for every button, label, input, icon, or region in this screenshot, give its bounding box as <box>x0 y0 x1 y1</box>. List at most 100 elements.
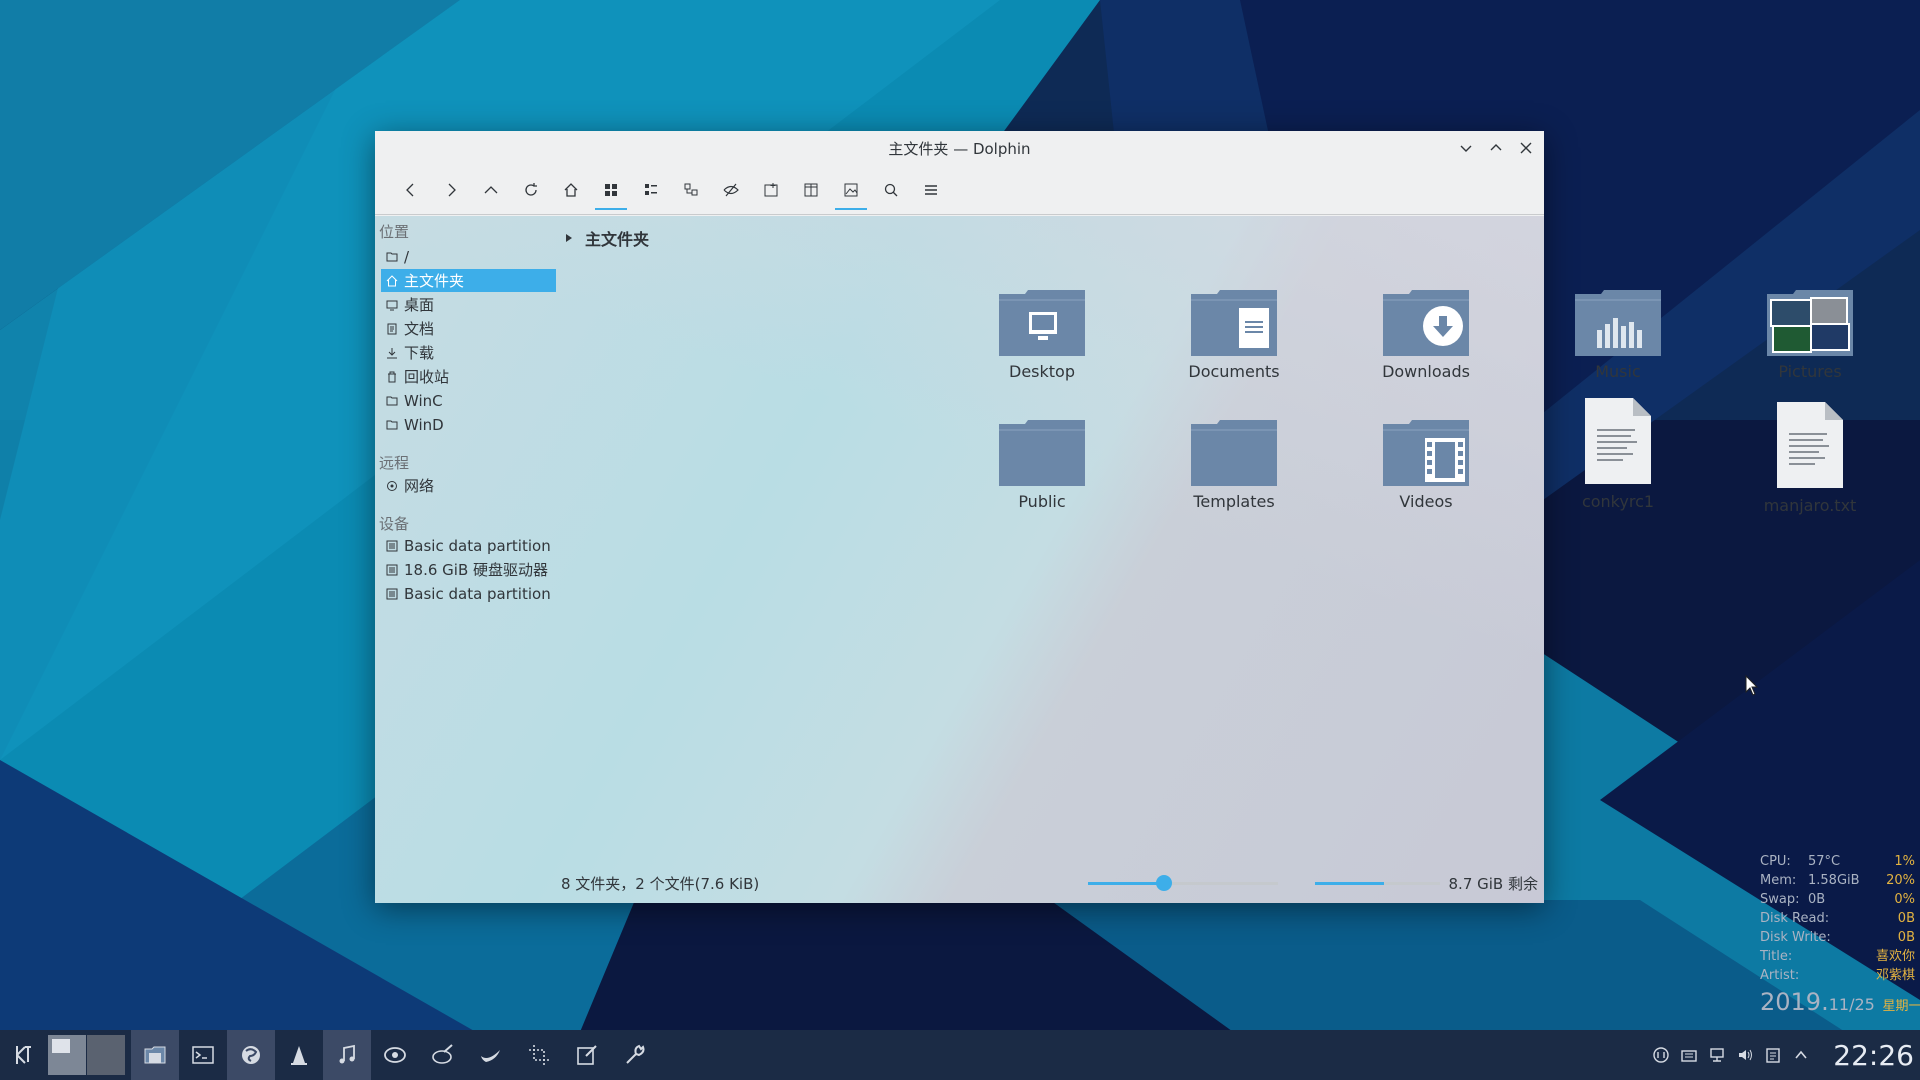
compact-view-button[interactable] <box>631 170 671 210</box>
taskbar-firefox[interactable] <box>227 1030 275 1080</box>
file-item-documents[interactable]: Documents <box>1159 276 1309 381</box>
title-bar[interactable]: 主文件夹 — Dolphin <box>375 131 1544 165</box>
file-item-conkyrc1[interactable]: conkyrc1 <box>1543 398 1693 511</box>
sidebar-item-label: Basic data partition <box>404 584 551 603</box>
taskbar-screenshot-app[interactable] <box>515 1030 563 1080</box>
chevron-right-icon <box>566 234 572 242</box>
sidebar-item-label: WinC <box>404 391 443 410</box>
close-icon <box>1520 142 1532 154</box>
folder-pictures-icon <box>1765 276 1855 356</box>
text-file-icon <box>1765 402 1855 490</box>
breadcrumb[interactable]: 主文件夹 <box>565 226 649 250</box>
taskbar-terminal[interactable] <box>179 1030 227 1080</box>
sidebar-item-root[interactable]: / <box>381 245 556 268</box>
conky-percent: 1% <box>1894 854 1915 869</box>
sidebar-item-label: 网络 <box>404 477 435 495</box>
file-item-downloads[interactable]: Downloads <box>1351 276 1501 381</box>
sidebar-item-label: 文档 <box>404 320 435 338</box>
sidebar-item-winc[interactable]: WinC <box>381 389 556 412</box>
network-wired-icon[interactable] <box>1708 1046 1726 1064</box>
places-panel: 位置 / 主文件夹 桌面 文档 下载 回收站 WinC WinD 远程 网络 设… <box>375 216 560 863</box>
file-name: Pictures <box>1778 362 1842 381</box>
toolbar <box>375 165 1544 215</box>
keyboard-icon[interactable] <box>1680 1046 1698 1064</box>
sidebar-item-desktop[interactable]: 桌面 <box>381 293 556 316</box>
file-name: Desktop <box>1009 362 1075 381</box>
terminal-icon <box>192 1046 214 1064</box>
sidebar-item-network[interactable]: 网络 <box>381 474 556 497</box>
music-note-icon <box>339 1044 355 1064</box>
sidebar-item-device[interactable]: Basic data partition <box>381 582 556 605</box>
file-item-public[interactable]: Public <box>967 406 1117 511</box>
reload-button[interactable] <box>511 170 551 210</box>
taskbar-bird-app[interactable] <box>467 1030 515 1080</box>
conky-key: Swap: <box>1760 892 1800 907</box>
conky-date: 2019.11/25 星期一 <box>1760 990 1920 1016</box>
sidebar-item-home[interactable]: 主文件夹 <box>381 269 556 292</box>
conky-row: CPU: 57°C 1% <box>1760 852 1915 871</box>
minimize-button[interactable] <box>1454 136 1478 160</box>
folder-documents-icon <box>1189 276 1279 356</box>
folder-music-icon <box>1573 276 1663 356</box>
conky-title-value: 喜欢你 <box>1875 949 1915 964</box>
taskbar-paint-app[interactable] <box>419 1030 467 1080</box>
sidebar-item-trash[interactable]: 回收站 <box>381 365 556 388</box>
crop-icon <box>529 1045 549 1065</box>
arrow-up-icon <box>484 185 498 193</box>
breadcrumb-current[interactable]: 主文件夹 <box>585 226 649 250</box>
input-method-icon[interactable] <box>1652 1046 1670 1064</box>
search-button[interactable] <box>871 170 911 210</box>
desktop-1[interactable] <box>48 1035 86 1075</box>
preview-button[interactable] <box>831 170 871 210</box>
taskbar-editor[interactable] <box>563 1030 611 1080</box>
file-item-music[interactable]: Music <box>1543 276 1693 381</box>
taskbar-clock[interactable]: 22:26 <box>1833 1030 1914 1080</box>
taskbar-music-player[interactable] <box>323 1030 371 1080</box>
sidebar-item-label: 18.6 GiB 硬盘驱动器 <box>404 561 549 579</box>
back-button[interactable] <box>391 170 431 210</box>
up-button[interactable] <box>471 170 511 210</box>
free-space-bar <box>1315 882 1440 885</box>
maximize-button[interactable] <box>1484 136 1508 160</box>
volume-icon[interactable] <box>1736 1046 1754 1064</box>
details-view-button[interactable] <box>671 170 711 210</box>
file-item-templates[interactable]: Templates <box>1159 406 1309 511</box>
sidebar-item-device[interactable]: Basic data partition <box>381 534 556 557</box>
drive-icon <box>385 539 398 552</box>
file-name: manjaro.txt <box>1763 496 1857 515</box>
sidebar-item-documents[interactable]: 文档 <box>381 317 556 340</box>
new-tab-button[interactable] <box>751 170 791 210</box>
folder-desktop-icon <box>997 276 1087 356</box>
close-button[interactable] <box>1514 136 1538 160</box>
file-item-pictures[interactable]: Pictures <box>1735 276 1885 381</box>
taskbar-dolphin[interactable] <box>131 1030 179 1080</box>
file-item-desktop[interactable]: Desktop <box>967 276 1117 381</box>
desktop-2[interactable] <box>87 1035 125 1075</box>
home-button[interactable] <box>551 170 591 210</box>
zoom-slider[interactable] <box>1088 875 1278 891</box>
conky-row: Swap: 0B 0% <box>1760 890 1915 909</box>
virtual-desktop-pager[interactable] <box>48 1035 125 1075</box>
sidebar-item-wind[interactable]: WinD <box>381 413 556 436</box>
file-view-area[interactable]: 位置 / 主文件夹 桌面 文档 下载 回收站 WinC WinD 远程 网络 设… <box>375 216 1856 903</box>
clipboard-icon[interactable] <box>1764 1046 1782 1064</box>
zoom-slider-handle[interactable] <box>1156 875 1172 891</box>
taskbar-cone-app[interactable] <box>275 1030 323 1080</box>
hide-hidden-button[interactable] <box>711 170 751 210</box>
free-space-label: 8.7 GiB 剩余 <box>1448 874 1538 893</box>
chevron-up-icon[interactable] <box>1792 1046 1810 1064</box>
cone-icon <box>291 1046 307 1065</box>
icons-view-button[interactable] <box>591 170 631 210</box>
taskbar-settings[interactable] <box>611 1030 659 1080</box>
file-item-videos[interactable]: Videos <box>1351 406 1501 511</box>
taskbar-eye-app[interactable] <box>371 1030 419 1080</box>
sidebar-item-downloads[interactable]: 下载 <box>381 341 556 364</box>
split-view-button[interactable] <box>791 170 831 210</box>
sidebar-item-device[interactable]: 18.6 GiB 硬盘驱动器 <box>381 558 556 581</box>
menu-button[interactable] <box>911 170 951 210</box>
bird-icon <box>481 1050 500 1062</box>
application-launcher-button[interactable] <box>0 1030 48 1080</box>
folder-icon <box>1189 406 1279 486</box>
file-item-manjaro-txt[interactable]: manjaro.txt <box>1735 402 1885 515</box>
forward-button[interactable] <box>431 170 471 210</box>
